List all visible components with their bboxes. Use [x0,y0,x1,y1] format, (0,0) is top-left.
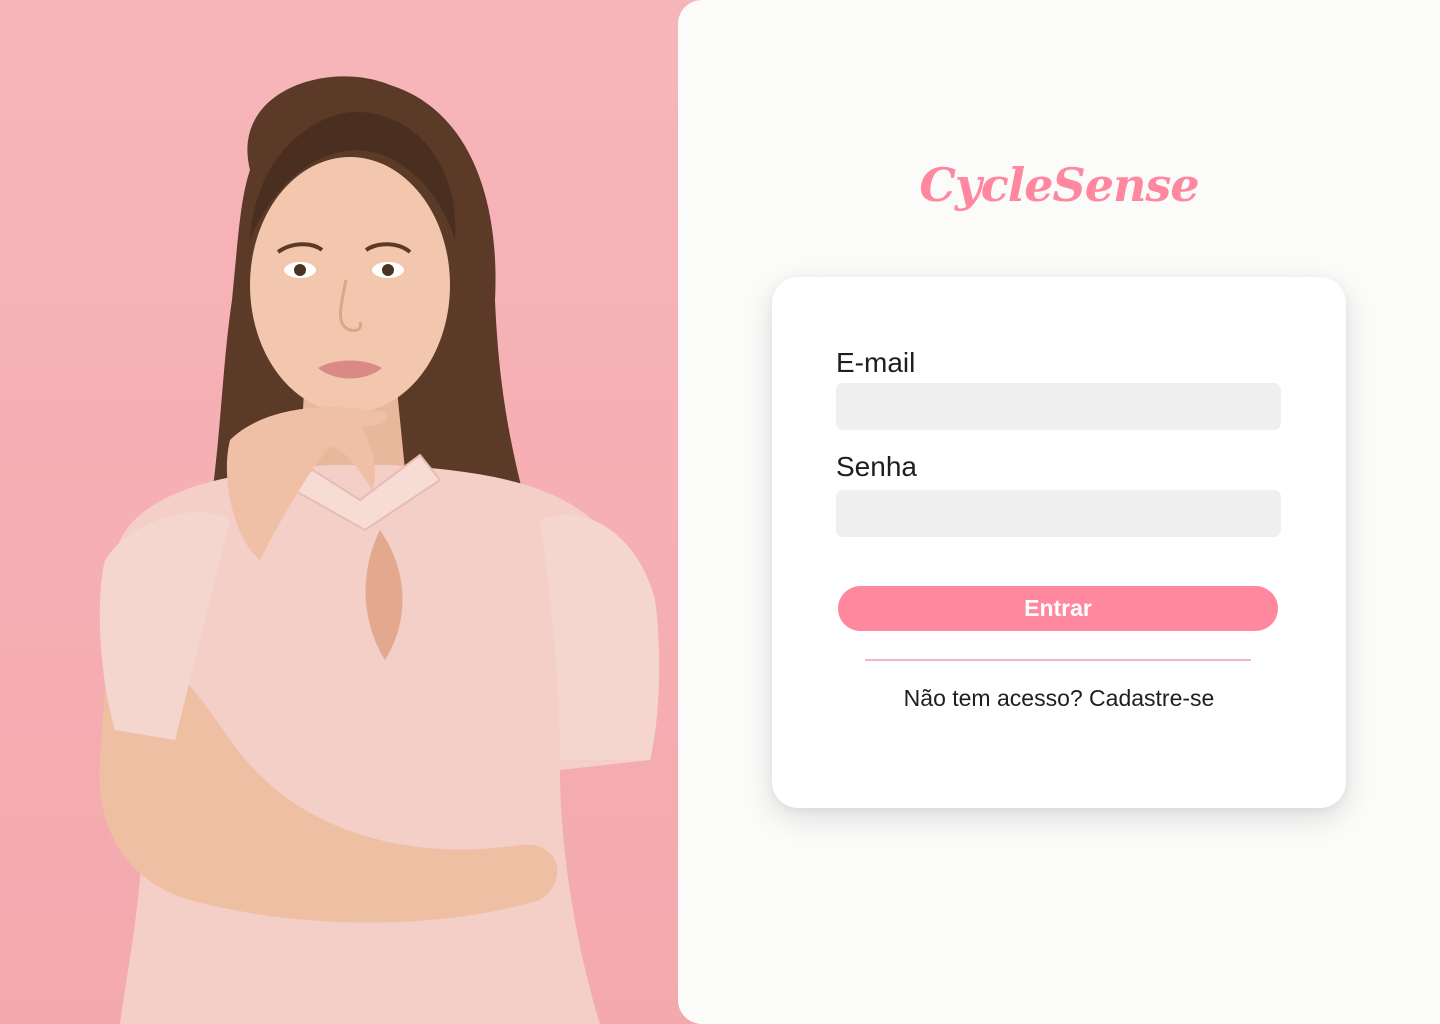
login-card: E-mail Senha Entrar Não tem acesso? Cada… [772,277,1346,808]
signup-link[interactable]: Cadastre-se [1089,685,1214,711]
login-panel: CycleSense E-mail Senha Entrar Não tem a… [678,0,1440,1024]
signup-prompt-text: Não tem acesso? [903,685,1090,711]
password-field[interactable] [836,490,1281,537]
password-label: Senha [836,451,917,482]
woman-portrait-illustration [99,76,660,1024]
signup-prompt: Não tem acesso? Cadastre-se [772,685,1346,712]
hero-photo [0,0,720,1024]
email-label: E-mail [836,347,916,378]
divider [865,659,1251,661]
brand-logo: CycleSense [919,158,1199,212]
email-field[interactable] [836,383,1281,430]
login-button[interactable]: Entrar [838,586,1278,631]
